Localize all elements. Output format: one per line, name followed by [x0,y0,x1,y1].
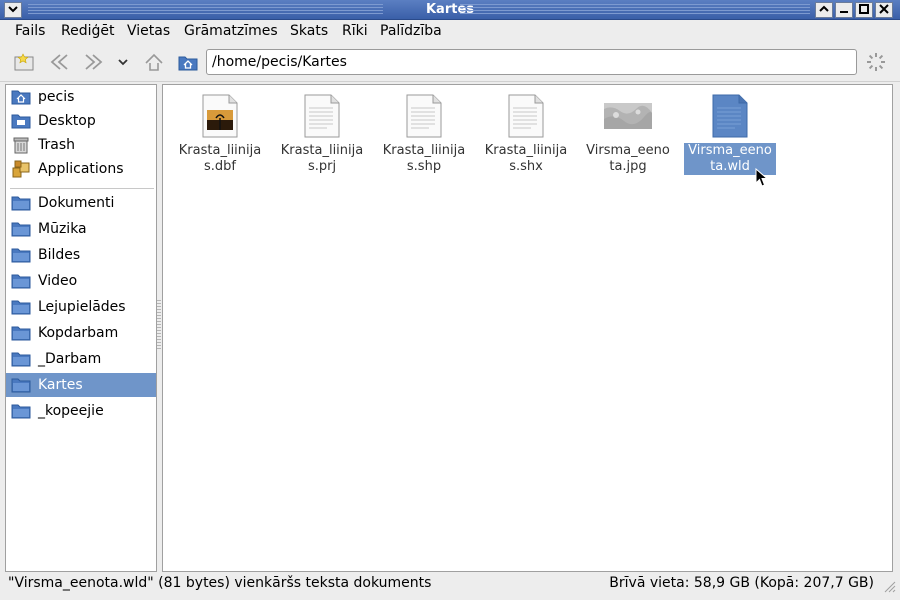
text-file-icon [400,93,448,139]
maximize-button[interactable] [855,2,873,18]
sidebar-item-kopeejie[interactable]: _kopeejie [6,399,156,423]
new-folder-button[interactable] [12,50,36,74]
mouse-cursor-icon [755,168,769,187]
chevron-up-icon [819,5,829,12]
folder-icon [10,246,32,264]
text-file-icon [706,93,754,139]
sidebar-item-label: Applications [38,161,124,177]
folder-icon [10,402,32,420]
history-dropdown-button[interactable] [111,50,135,74]
sidebar: pecis Desktop Trash Applications Dokumen… [5,84,157,572]
home-folder-icon [10,88,32,106]
menu-edit[interactable]: Rediģēt [61,23,114,39]
up-arrow-icon [145,53,163,71]
trash-icon [10,136,32,154]
menu-bookmarks[interactable]: Grāmatzīmes [184,23,278,39]
sidebar-item-dokumenti[interactable]: Dokumenti [6,191,156,215]
sidebar-item-label: Dokumenti [38,195,115,211]
sidebar-item-label: Trash [38,137,75,153]
sidebar-item-label: Desktop [38,113,96,129]
menu-file[interactable]: Fails [15,23,45,39]
status-free-space: Brīvā vieta: 58,9 GB (Kopā: 207,7 GB) [609,575,874,591]
close-icon [879,4,889,14]
file-item[interactable]: Krasta_liinijas.shx [480,93,572,175]
sidebar-item-label: Mūzika [38,221,87,237]
text-file-icon [502,93,550,139]
new-folder-icon [14,53,34,71]
file-item[interactable]: Virsma_eenota.wld [684,93,776,175]
minimize-icon [840,11,848,13]
file-name: Virsma_eenota.jpg [586,143,670,174]
file-item[interactable]: Krasta_liinijas.prj [276,93,368,175]
menu-tools[interactable]: Rīki [342,23,368,39]
folder-icon [10,272,32,290]
sidebar-item-bildes[interactable]: Bildes [6,243,156,267]
file-item[interactable]: Krasta_liinijas.shp [378,93,470,175]
text-file-icon [298,93,346,139]
pane-resize-handle[interactable] [157,300,161,350]
dbf-file-icon [196,93,244,139]
folder-icon [10,194,32,212]
applications-icon [10,160,32,178]
sidebar-item-applications[interactable]: Applications [6,157,156,181]
shade-button[interactable] [815,2,833,18]
title-stripes-right [460,4,810,16]
title-bar: Kartes [0,0,900,20]
folder-icon [10,350,32,368]
forward-arrow-icon [85,54,103,70]
reload-button[interactable] [864,50,888,74]
menu-help[interactable]: Palīdzība [380,23,442,39]
image-thumbnail-icon [604,93,652,139]
sidebar-item-kartes[interactable]: Kartes [6,373,156,397]
file-view: Krasta_liinijas.dbf Krasta_liinijas.prj … [162,84,893,572]
home-folder-icon [178,56,198,71]
sidebar-item-label: _kopeejie [38,403,104,419]
status-selection-info: "Virsma_eenota.wld" (81 bytes) vienkāršs… [8,575,432,591]
folder-icon [10,324,32,342]
location-field[interactable]: /home/pecis/Kartes [206,49,857,75]
file-name: Krasta_liinijas.prj [280,143,364,174]
desktop-icon [10,112,32,130]
menu-bar: Fails Rediģēt Vietas Grāmatzīmes Skats R… [0,20,900,42]
folder-icon [10,220,32,238]
sidebar-separator [10,188,154,189]
menu-view[interactable]: Skats [290,23,328,39]
sidebar-item-label: Video [38,273,78,289]
file-name: Krasta_liinijas.dbf [178,143,262,174]
menu-places[interactable]: Vietas [127,23,170,39]
sidebar-item-label: Kartes [38,377,83,393]
sidebar-item-video[interactable]: Video [6,269,156,293]
sidebar-item-muzika[interactable]: Mūzika [6,217,156,241]
chevron-down-icon [118,59,128,66]
sidebar-item-label: Lejupielādes [38,299,126,315]
sidebar-item-pecis[interactable]: pecis [6,85,156,109]
forward-button[interactable] [82,50,106,74]
sidebar-item-desktop[interactable]: Desktop [6,109,156,133]
home-button[interactable] [176,50,200,74]
sidebar-item-trash[interactable]: Trash [6,133,156,157]
up-button[interactable] [142,50,166,74]
back-arrow-icon [50,54,68,70]
sidebar-item-label: _Darbam [38,351,102,367]
folder-icon [10,376,32,394]
file-item[interactable]: Krasta_liinijas.dbf [174,93,266,175]
sidebar-item-label: Kopdarbam [38,325,119,341]
minimize-button[interactable] [835,2,853,18]
location-path: /home/pecis/Kartes [212,54,347,70]
file-name: Krasta_liinijas.shx [484,143,568,174]
sidebar-item-label: Bildes [38,247,81,263]
spinner-icon [867,53,885,71]
maximize-icon [859,4,869,14]
sidebar-item-lejupielades[interactable]: Lejupielādes [6,295,156,319]
close-button[interactable] [875,2,893,18]
resize-grip-icon[interactable] [882,579,896,593]
sidebar-item-kopdarbam[interactable]: Kopdarbam [6,321,156,345]
back-button[interactable] [47,50,71,74]
file-item[interactable]: Virsma_eenota.jpg [582,93,674,175]
folder-icon [10,298,32,316]
sidebar-item-darbam[interactable]: _Darbam [6,347,156,371]
file-name: Krasta_liinijas.shp [382,143,466,174]
sidebar-item-label: pecis [38,89,75,105]
status-bar: "Virsma_eenota.wld" (81 bytes) vienkāršs… [0,573,900,595]
